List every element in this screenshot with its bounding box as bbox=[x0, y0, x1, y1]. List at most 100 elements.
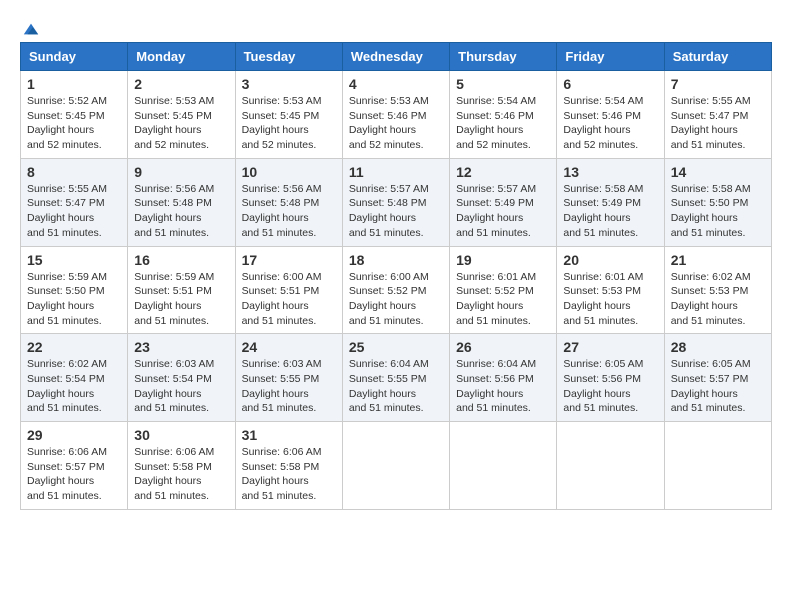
empty-cell bbox=[450, 422, 557, 510]
day-info: Sunrise: 5:53 AM Sunset: 5:46 PM Dayligh… bbox=[349, 94, 443, 153]
day-info: Sunrise: 5:58 AM Sunset: 5:49 PM Dayligh… bbox=[563, 182, 657, 241]
calendar-day-5: 5 Sunrise: 5:54 AM Sunset: 5:46 PM Dayli… bbox=[450, 71, 557, 159]
day-number: 19 bbox=[456, 252, 550, 268]
day-info: Sunrise: 6:04 AM Sunset: 5:56 PM Dayligh… bbox=[456, 357, 550, 416]
col-header-sunday: Sunday bbox=[21, 43, 128, 71]
day-info: Sunrise: 6:00 AM Sunset: 5:51 PM Dayligh… bbox=[242, 270, 336, 329]
calendar-day-26: 26 Sunrise: 6:04 AM Sunset: 5:56 PM Dayl… bbox=[450, 334, 557, 422]
empty-cell bbox=[557, 422, 664, 510]
day-number: 20 bbox=[563, 252, 657, 268]
day-info: Sunrise: 6:06 AM Sunset: 5:57 PM Dayligh… bbox=[27, 445, 121, 504]
day-number: 12 bbox=[456, 164, 550, 180]
day-info: Sunrise: 6:05 AM Sunset: 5:57 PM Dayligh… bbox=[671, 357, 765, 416]
calendar-day-10: 10 Sunrise: 5:56 AM Sunset: 5:48 PM Dayl… bbox=[235, 158, 342, 246]
calendar-day-12: 12 Sunrise: 5:57 AM Sunset: 5:49 PM Dayl… bbox=[450, 158, 557, 246]
calendar-day-27: 27 Sunrise: 6:05 AM Sunset: 5:56 PM Dayl… bbox=[557, 334, 664, 422]
calendar-day-1: 1 Sunrise: 5:52 AM Sunset: 5:45 PM Dayli… bbox=[21, 71, 128, 159]
day-number: 7 bbox=[671, 76, 765, 92]
day-number: 1 bbox=[27, 76, 121, 92]
day-number: 14 bbox=[671, 164, 765, 180]
day-number: 4 bbox=[349, 76, 443, 92]
day-info: Sunrise: 5:54 AM Sunset: 5:46 PM Dayligh… bbox=[456, 94, 550, 153]
day-number: 25 bbox=[349, 339, 443, 355]
day-info: Sunrise: 5:56 AM Sunset: 5:48 PM Dayligh… bbox=[134, 182, 228, 241]
calendar-day-15: 15 Sunrise: 5:59 AM Sunset: 5:50 PM Dayl… bbox=[21, 246, 128, 334]
calendar-day-23: 23 Sunrise: 6:03 AM Sunset: 5:54 PM Dayl… bbox=[128, 334, 235, 422]
col-header-wednesday: Wednesday bbox=[342, 43, 449, 71]
logo bbox=[20, 20, 40, 32]
calendar-day-21: 21 Sunrise: 6:02 AM Sunset: 5:53 PM Dayl… bbox=[664, 246, 771, 334]
calendar-day-9: 9 Sunrise: 5:56 AM Sunset: 5:48 PM Dayli… bbox=[128, 158, 235, 246]
day-info: Sunrise: 5:59 AM Sunset: 5:50 PM Dayligh… bbox=[27, 270, 121, 329]
day-number: 2 bbox=[134, 76, 228, 92]
calendar-day-16: 16 Sunrise: 5:59 AM Sunset: 5:51 PM Dayl… bbox=[128, 246, 235, 334]
calendar-day-31: 31 Sunrise: 6:06 AM Sunset: 5:58 PM Dayl… bbox=[235, 422, 342, 510]
day-number: 3 bbox=[242, 76, 336, 92]
day-info: Sunrise: 6:03 AM Sunset: 5:54 PM Dayligh… bbox=[134, 357, 228, 416]
calendar-day-20: 20 Sunrise: 6:01 AM Sunset: 5:53 PM Dayl… bbox=[557, 246, 664, 334]
calendar-week-1: 1 Sunrise: 5:52 AM Sunset: 5:45 PM Dayli… bbox=[21, 71, 772, 159]
calendar-week-3: 15 Sunrise: 5:59 AM Sunset: 5:50 PM Dayl… bbox=[21, 246, 772, 334]
day-info: Sunrise: 5:57 AM Sunset: 5:49 PM Dayligh… bbox=[456, 182, 550, 241]
calendar-day-3: 3 Sunrise: 5:53 AM Sunset: 5:45 PM Dayli… bbox=[235, 71, 342, 159]
day-info: Sunrise: 5:55 AM Sunset: 5:47 PM Dayligh… bbox=[671, 94, 765, 153]
day-number: 29 bbox=[27, 427, 121, 443]
calendar-day-22: 22 Sunrise: 6:02 AM Sunset: 5:54 PM Dayl… bbox=[21, 334, 128, 422]
day-number: 28 bbox=[671, 339, 765, 355]
day-info: Sunrise: 5:52 AM Sunset: 5:45 PM Dayligh… bbox=[27, 94, 121, 153]
day-info: Sunrise: 5:53 AM Sunset: 5:45 PM Dayligh… bbox=[134, 94, 228, 153]
calendar-header-row: SundayMondayTuesdayWednesdayThursdayFrid… bbox=[21, 43, 772, 71]
calendar-week-2: 8 Sunrise: 5:55 AM Sunset: 5:47 PM Dayli… bbox=[21, 158, 772, 246]
day-number: 11 bbox=[349, 164, 443, 180]
day-number: 27 bbox=[563, 339, 657, 355]
calendar-week-5: 29 Sunrise: 6:06 AM Sunset: 5:57 PM Dayl… bbox=[21, 422, 772, 510]
day-info: Sunrise: 6:06 AM Sunset: 5:58 PM Dayligh… bbox=[134, 445, 228, 504]
calendar-week-4: 22 Sunrise: 6:02 AM Sunset: 5:54 PM Dayl… bbox=[21, 334, 772, 422]
day-number: 23 bbox=[134, 339, 228, 355]
day-info: Sunrise: 5:56 AM Sunset: 5:48 PM Dayligh… bbox=[242, 182, 336, 241]
calendar-day-4: 4 Sunrise: 5:53 AM Sunset: 5:46 PM Dayli… bbox=[342, 71, 449, 159]
calendar-day-24: 24 Sunrise: 6:03 AM Sunset: 5:55 PM Dayl… bbox=[235, 334, 342, 422]
day-info: Sunrise: 5:55 AM Sunset: 5:47 PM Dayligh… bbox=[27, 182, 121, 241]
col-header-tuesday: Tuesday bbox=[235, 43, 342, 71]
day-info: Sunrise: 5:59 AM Sunset: 5:51 PM Dayligh… bbox=[134, 270, 228, 329]
day-number: 30 bbox=[134, 427, 228, 443]
calendar-day-11: 11 Sunrise: 5:57 AM Sunset: 5:48 PM Dayl… bbox=[342, 158, 449, 246]
calendar-day-28: 28 Sunrise: 6:05 AM Sunset: 5:57 PM Dayl… bbox=[664, 334, 771, 422]
day-number: 6 bbox=[563, 76, 657, 92]
day-info: Sunrise: 6:01 AM Sunset: 5:53 PM Dayligh… bbox=[563, 270, 657, 329]
day-info: Sunrise: 5:57 AM Sunset: 5:48 PM Dayligh… bbox=[349, 182, 443, 241]
day-number: 22 bbox=[27, 339, 121, 355]
day-number: 5 bbox=[456, 76, 550, 92]
day-number: 16 bbox=[134, 252, 228, 268]
calendar-day-25: 25 Sunrise: 6:04 AM Sunset: 5:55 PM Dayl… bbox=[342, 334, 449, 422]
calendar-day-6: 6 Sunrise: 5:54 AM Sunset: 5:46 PM Dayli… bbox=[557, 71, 664, 159]
col-header-friday: Friday bbox=[557, 43, 664, 71]
col-header-thursday: Thursday bbox=[450, 43, 557, 71]
day-info: Sunrise: 5:53 AM Sunset: 5:45 PM Dayligh… bbox=[242, 94, 336, 153]
calendar-day-30: 30 Sunrise: 6:06 AM Sunset: 5:58 PM Dayl… bbox=[128, 422, 235, 510]
calendar-day-7: 7 Sunrise: 5:55 AM Sunset: 5:47 PM Dayli… bbox=[664, 71, 771, 159]
calendar-day-8: 8 Sunrise: 5:55 AM Sunset: 5:47 PM Dayli… bbox=[21, 158, 128, 246]
calendar-day-13: 13 Sunrise: 5:58 AM Sunset: 5:49 PM Dayl… bbox=[557, 158, 664, 246]
day-number: 10 bbox=[242, 164, 336, 180]
calendar-day-18: 18 Sunrise: 6:00 AM Sunset: 5:52 PM Dayl… bbox=[342, 246, 449, 334]
day-number: 21 bbox=[671, 252, 765, 268]
calendar-day-17: 17 Sunrise: 6:00 AM Sunset: 5:51 PM Dayl… bbox=[235, 246, 342, 334]
empty-cell bbox=[342, 422, 449, 510]
page-header bbox=[20, 20, 772, 32]
day-info: Sunrise: 6:06 AM Sunset: 5:58 PM Dayligh… bbox=[242, 445, 336, 504]
day-info: Sunrise: 6:03 AM Sunset: 5:55 PM Dayligh… bbox=[242, 357, 336, 416]
day-info: Sunrise: 5:58 AM Sunset: 5:50 PM Dayligh… bbox=[671, 182, 765, 241]
logo-icon bbox=[22, 20, 40, 38]
empty-cell bbox=[664, 422, 771, 510]
calendar-day-29: 29 Sunrise: 6:06 AM Sunset: 5:57 PM Dayl… bbox=[21, 422, 128, 510]
calendar-table: SundayMondayTuesdayWednesdayThursdayFrid… bbox=[20, 42, 772, 510]
col-header-monday: Monday bbox=[128, 43, 235, 71]
day-number: 8 bbox=[27, 164, 121, 180]
calendar-day-14: 14 Sunrise: 5:58 AM Sunset: 5:50 PM Dayl… bbox=[664, 158, 771, 246]
day-info: Sunrise: 6:00 AM Sunset: 5:52 PM Dayligh… bbox=[349, 270, 443, 329]
day-info: Sunrise: 6:01 AM Sunset: 5:52 PM Dayligh… bbox=[456, 270, 550, 329]
calendar-day-2: 2 Sunrise: 5:53 AM Sunset: 5:45 PM Dayli… bbox=[128, 71, 235, 159]
day-number: 17 bbox=[242, 252, 336, 268]
